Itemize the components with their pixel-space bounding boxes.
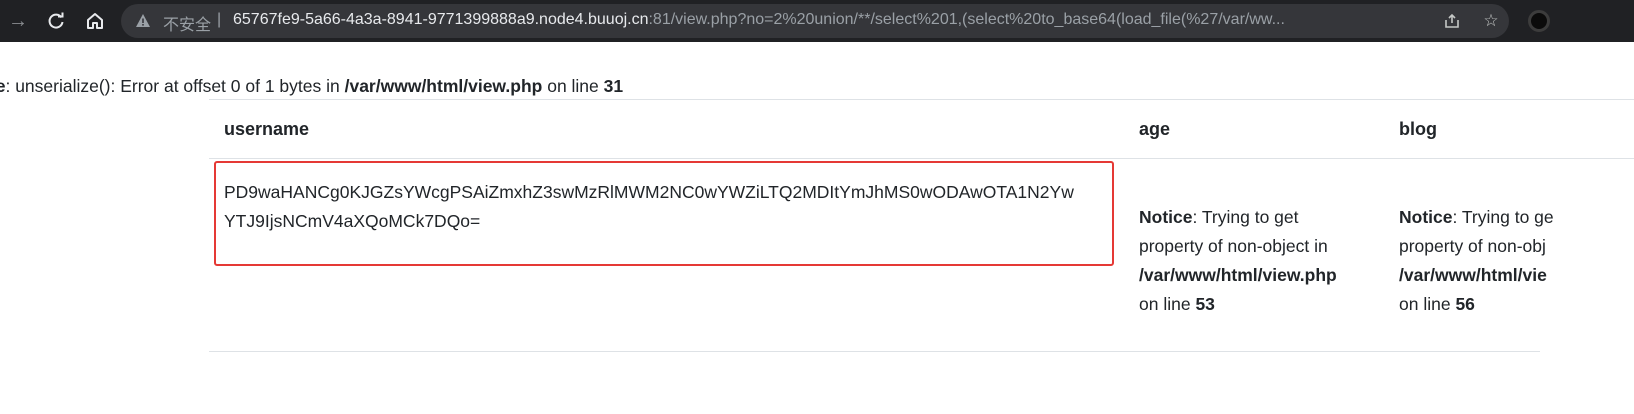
header-blog: blog (1399, 119, 1437, 139)
age-notice-cell: Notice: Trying to get property of non-ob… (1139, 207, 1337, 314)
separator: | (217, 11, 222, 28)
reload-icon[interactable] (44, 9, 68, 33)
url-host: 65767fe9-5a66-4a3a-8941-9771399888a9.nod… (233, 11, 649, 28)
table-top-border (209, 99, 1634, 100)
browser-toolbar: → 不安全 | 65767fe9-5a66-4a3a-8941-97713998… (0, 0, 1634, 42)
url-path: :81/view.php?no=2%20union/**/select%201,… (648, 11, 1285, 28)
blog-notice-label: Notice (1399, 207, 1453, 227)
header-age: age (1139, 119, 1171, 139)
warning-icon[interactable] (135, 13, 151, 29)
home-icon[interactable] (83, 9, 107, 33)
header-username: username (224, 119, 310, 139)
extension-icon[interactable] (1528, 10, 1550, 32)
url-text[interactable]: 65767fe9-5a66-4a3a-8941-9771399888a9.nod… (233, 11, 1428, 29)
red-highlight-box (214, 161, 1114, 266)
forward-icon[interactable]: → (6, 9, 30, 33)
age-notice-path: /var/www/html/view.php (1139, 265, 1337, 285)
notice-path: /var/www/html/view.php (344, 76, 543, 96)
header-divider (209, 158, 1634, 159)
notice-line-number: 31 (603, 76, 624, 96)
table-bottom-border (209, 351, 1540, 352)
insecure-label[interactable]: 不安全 (163, 11, 211, 35)
share-icon[interactable] (1441, 10, 1463, 32)
blog-notice-line: 56 (1455, 294, 1475, 314)
unserialize-notice: ce: unserialize(): Error at offset 0 of … (0, 76, 623, 97)
age-notice-line: 53 (1195, 294, 1215, 314)
age-notice-label: Notice (1139, 207, 1193, 227)
blog-notice-cell: Notice: Trying to ge property of non-obj… (1399, 207, 1554, 314)
bookmark-star-icon[interactable]: ☆ (1480, 10, 1502, 32)
blog-notice-path: /var/www/html/vie (1399, 265, 1547, 285)
address-bar[interactable]: 不安全 | 65767fe9-5a66-4a3a-8941-9771399888… (121, 4, 1509, 38)
